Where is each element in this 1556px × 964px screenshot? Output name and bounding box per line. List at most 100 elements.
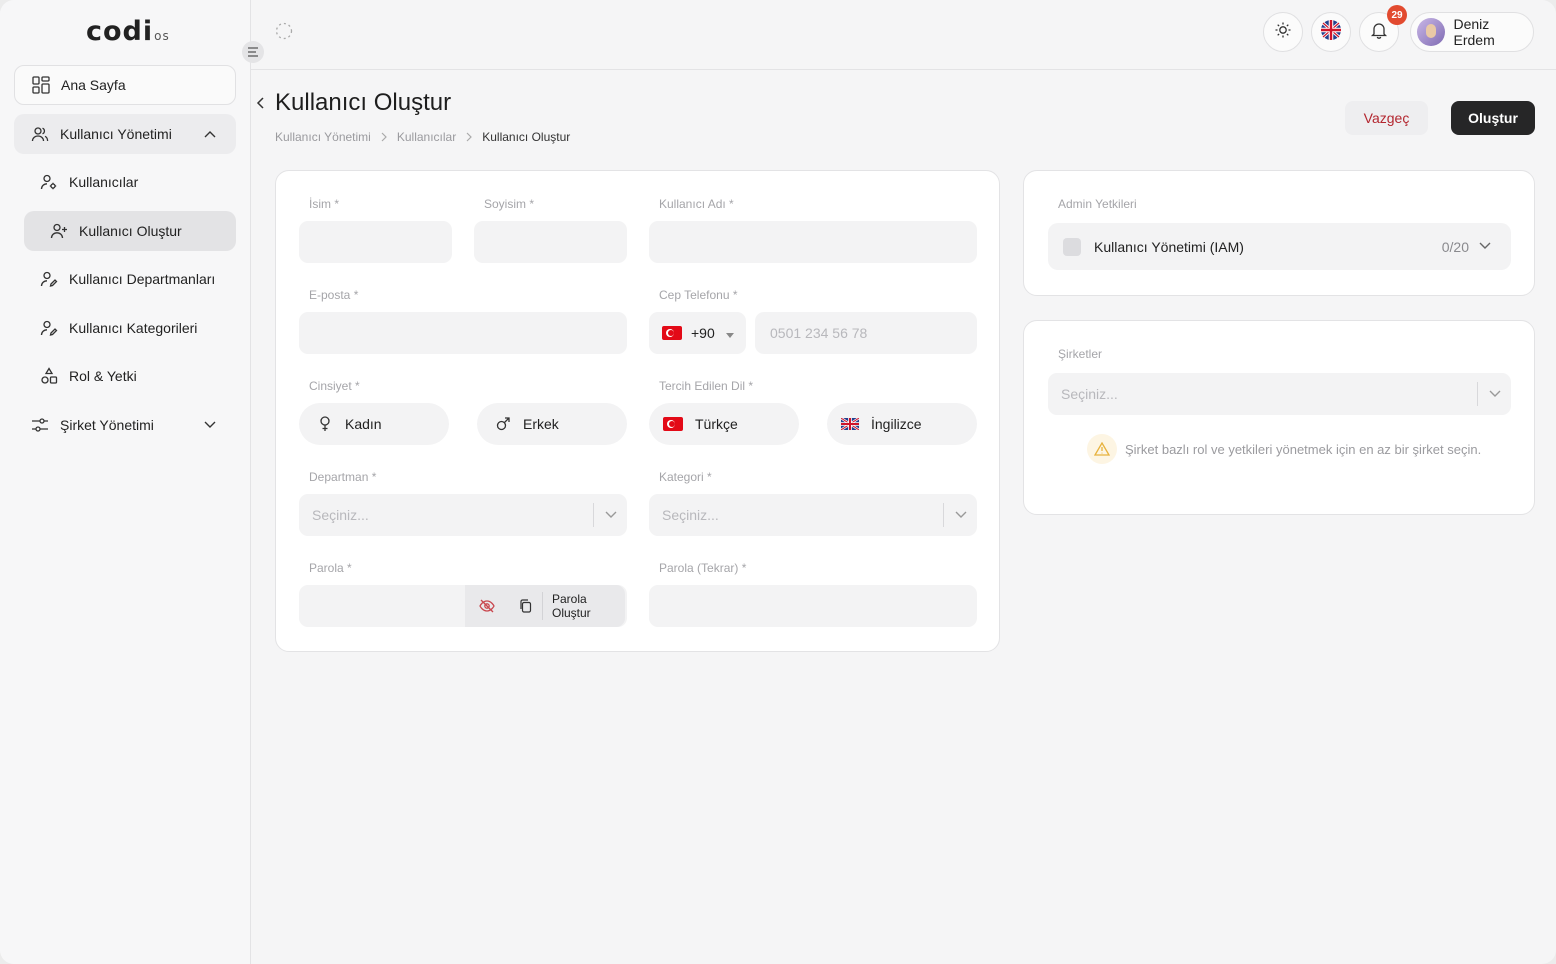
sliders-icon [30,415,50,435]
permission-row[interactable]: Kullanıcı Yönetimi (IAM) 0/20 [1048,223,1511,270]
topbar: 29 Deniz Erdem [251,0,1556,70]
sidebar-item-home[interactable]: Ana Sayfa [14,65,236,105]
male-icon [495,416,511,432]
sidebar-item-roles[interactable]: Rol & Yetki [24,356,236,396]
sidebar-item-label: Kullanıcı Yönetimi [60,126,172,142]
chevron-right-icon [381,132,387,142]
chevron-up-icon [202,126,218,142]
user-form-card: İsim * Soyisim * Kullanıcı Adı * E-posta… [275,170,1000,652]
sidebar-toggle-button[interactable] [242,41,264,63]
turkey-flag-icon [662,326,682,340]
admin-permissions-card: Admin Yetkileri Kullanıcı Yönetimi (IAM)… [1023,170,1535,296]
shapes-icon [39,366,59,386]
sidebar-item-departments[interactable]: Kullanıcı Departmanları [24,259,236,299]
companies-card: Şirketler Seçiniz... Şirket bazlı rol ve… [1023,320,1535,515]
gender-female-label: Kadın [345,416,382,432]
chevron-down-icon [943,503,977,527]
notification-badge: 29 [1387,5,1407,25]
generate-password-button[interactable]: Parola Oluştur [552,592,612,620]
email-input[interactable] [299,312,627,354]
breadcrumb-link[interactable]: Kullanıcı Yönetimi [275,130,371,144]
password-tools: Parola Oluştur [465,585,625,627]
chevron-down-icon [593,503,627,527]
user-tag-icon [39,318,59,338]
gender-female-option[interactable]: Kadın [299,403,449,445]
uk-flag-icon [841,418,859,430]
gender-label: Cinsiyet * [309,379,360,393]
sidebar-item-users[interactable]: Kullanıcılar [24,162,236,202]
first-name-input[interactable] [299,221,452,263]
sun-icon [1274,21,1292,44]
permission-checkbox[interactable] [1063,237,1081,256]
phone-label: Cep Telefonu * [659,288,738,302]
sidebar-item-label: Şirket Yönetimi [60,417,154,433]
sidebar-item-categories[interactable]: Kullanıcı Kategorileri [24,308,236,348]
notifications-button[interactable]: 29 [1359,5,1407,52]
breadcrumb-link[interactable]: Kullanıcılar [397,130,456,144]
warning-text: Şirket bazlı rol ve yetkileri yönetmek i… [1125,441,1482,457]
theme-toggle-button[interactable] [1263,12,1303,52]
chevron-down-icon[interactable] [1477,238,1493,254]
breadcrumb: Kullanıcı Yönetimi Kullanıcılar Kullanıc… [275,130,570,144]
sidebar-item-company-management[interactable]: Şirket Yönetimi [14,405,236,445]
loader-icon [275,22,293,40]
phone-placeholder: 0501 234 56 78 [770,325,868,341]
username-input[interactable] [649,221,977,263]
password-repeat-input[interactable] [649,585,977,627]
chevron-right-icon [466,132,473,142]
sidebar-item-user-management[interactable]: Kullanıcı Yönetimi [14,114,236,154]
back-arrow-icon[interactable] [256,96,268,112]
companies-placeholder: Seçiniz... [1061,386,1118,402]
sidebar-item-label: Kullanıcılar [69,174,139,190]
companies-warning: Şirket bazlı rol ve yetkileri yönetmek i… [1087,434,1481,464]
user-edit-icon [39,269,59,289]
username-label: Kullanıcı Adı * [659,197,734,211]
companies-select[interactable]: Seçiniz... [1048,373,1511,415]
warning-icon [1087,434,1117,464]
cancel-button[interactable]: Vazgeç [1345,101,1428,135]
sidebar-item-create-user[interactable]: Kullanıcı Oluştur [24,211,236,251]
eye-off-icon[interactable] [465,599,509,613]
dashboard-icon [31,75,51,95]
gender-male-option[interactable]: Erkek [477,403,627,445]
sidebar-item-label: Kullanıcı Oluştur [79,223,182,239]
language-tr-option[interactable]: Türkçe [649,403,799,445]
country-code-select[interactable]: +90 [649,312,746,354]
chevron-down-icon [1477,382,1511,406]
user-settings-icon [39,172,59,192]
user-menu[interactable]: Deniz Erdem [1410,12,1534,52]
caret-down-icon [725,325,734,341]
users-icon [30,124,50,144]
page-title: Kullanıcı Oluştur [275,89,452,116]
sidebar: codios Ana Sayfa Kullanıcı Yönetimi Kull… [0,0,251,964]
department-placeholder: Seçiniz... [312,507,369,523]
copy-icon[interactable] [509,592,543,620]
user-add-icon [49,221,69,241]
language-en-label: İngilizce [871,416,922,432]
password-repeat-label: Parola (Tekrar) * [659,561,747,575]
first-name-label: İsim * [309,197,339,211]
turkey-flag-icon [663,417,683,431]
last-name-input[interactable] [474,221,627,263]
chevron-down-icon [202,417,218,433]
department-label: Departman * [309,470,377,484]
companies-title: Şirketler [1058,347,1103,361]
admin-permissions-title: Admin Yetkileri [1058,197,1137,211]
category-select[interactable]: Seçiniz... [649,494,977,536]
phone-input[interactable]: 0501 234 56 78 [755,312,977,354]
permission-count: 0/20 [1441,238,1469,255]
password-input[interactable]: Parola Oluştur [299,585,627,627]
sidebar-item-label: Rol & Yetki [69,368,137,384]
language-en-option[interactable]: İngilizce [827,403,977,445]
department-select[interactable]: Seçiniz... [299,494,627,536]
last-name-label: Soyisim * [484,197,535,211]
app-window: codios Ana Sayfa Kullanıcı Yönetimi Kull… [0,0,1556,964]
sidebar-item-label: Kullanıcı Departmanları [69,271,216,287]
create-button[interactable]: Oluştur [1451,101,1535,135]
category-label: Kategori * [659,470,712,484]
logo[interactable]: codios [86,16,170,47]
country-code-value: +90 [691,325,715,341]
language-button[interactable] [1311,12,1351,52]
sidebar-item-label: Ana Sayfa [61,77,126,93]
category-placeholder: Seçiniz... [662,507,719,523]
